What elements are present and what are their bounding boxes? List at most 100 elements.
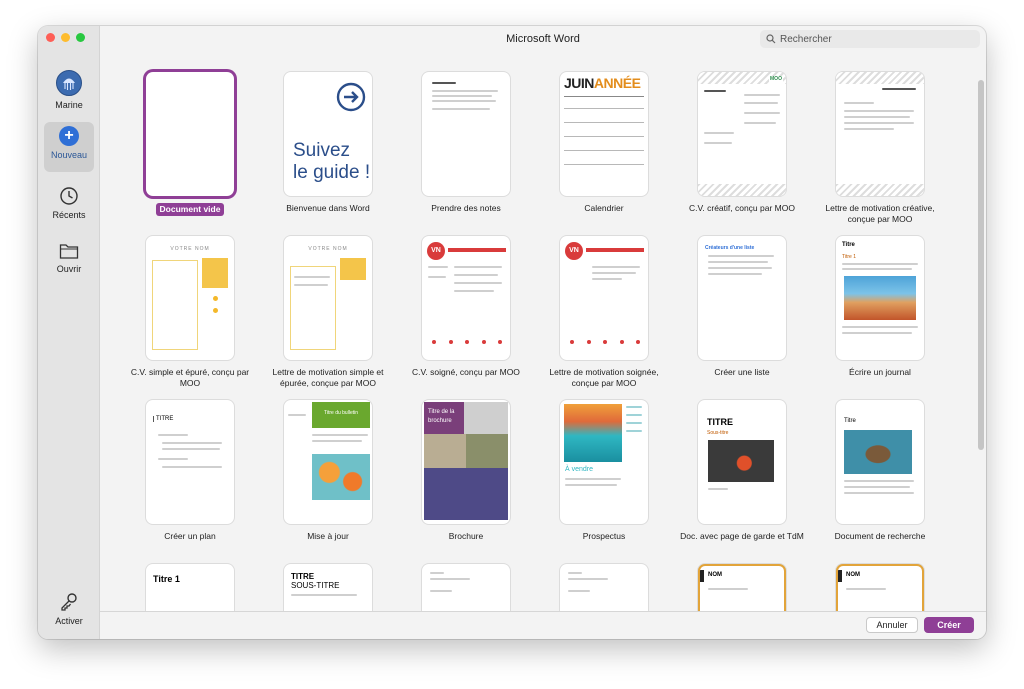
close-button[interactable] xyxy=(46,33,55,42)
template-newsletter[interactable]: Titre du bulletin Mise à jour xyxy=(263,400,393,542)
template-row4-name2[interactable]: NOM xyxy=(815,564,945,611)
template-row4-doc4[interactable] xyxy=(539,564,669,611)
jellyfish-icon xyxy=(63,78,75,90)
sidebar-item-new[interactable]: + Nouveau xyxy=(44,122,94,172)
template-thumbnail: Créateurs d'une liste xyxy=(698,236,786,360)
search-field[interactable]: Rechercher xyxy=(760,30,980,48)
template-polished-letter[interactable]: VN Lettre de motivation soignée, conçue … xyxy=(539,236,669,389)
template-label: Prospectus xyxy=(582,531,626,541)
template-row4-doc3[interactable] xyxy=(401,564,531,611)
sidebar-item-account[interactable]: Marine xyxy=(44,66,94,116)
template-thumbnail: JUINANNÉE xyxy=(560,72,648,196)
template-thumbnail: Suivez le guide ! xyxy=(284,72,372,196)
research-photo xyxy=(844,430,912,474)
sidebar: Marine + Nouveau Récents Ouvrir Activer xyxy=(38,26,100,639)
template-gallery: Document vide Suivez le guide ! Bienvenu… xyxy=(100,52,986,611)
zoom-button[interactable] xyxy=(76,33,85,42)
template-thumbnail xyxy=(836,72,924,196)
vn-badge: VN xyxy=(565,242,583,260)
template-creative-letter[interactable]: Lettre de motivation créative, conçue pa… xyxy=(815,72,945,225)
template-thumbnail: NOM xyxy=(698,564,786,611)
template-flyer[interactable]: À vendre Prospectus xyxy=(539,400,669,542)
template-simple-letter[interactable]: VOTRE NOM Lettre de motivation simple et… xyxy=(263,236,393,389)
sidebar-item-label: Récents xyxy=(52,210,86,220)
template-thumbnail: VOTRE NOM xyxy=(284,236,372,360)
row4-heading-title: Titre 1 xyxy=(153,574,180,584)
template-list[interactable]: Créateurs d'une liste Créer une liste xyxy=(677,236,807,378)
template-welcome[interactable]: Suivez le guide ! Bienvenue dans Word xyxy=(263,72,393,214)
template-thumbnail xyxy=(422,564,510,611)
template-calendar[interactable]: JUINANNÉE Calendrier xyxy=(539,72,669,214)
template-label: Lettre de motivation créative, conçue pa… xyxy=(825,203,935,224)
template-brochure[interactable]: Titre de la brochure Brochure xyxy=(401,400,531,542)
template-label: Créer un plan xyxy=(164,531,216,541)
template-label: Calendrier xyxy=(584,203,624,213)
template-polished-cv[interactable]: VN C.V. soigné, conçu par MOO xyxy=(401,236,531,378)
calendar-year: ANNÉE xyxy=(593,75,641,91)
gallery-scrollbar[interactable] xyxy=(978,80,984,450)
template-thumbnail: À vendre xyxy=(560,400,648,524)
row4-name-1: NOM xyxy=(708,572,722,578)
template-label: Prendre des notes xyxy=(431,203,501,213)
vn-badge: VN xyxy=(427,242,445,260)
template-row4-name1[interactable]: NOM xyxy=(677,564,807,611)
template-research-paper[interactable]: Titre Document de recherche xyxy=(815,400,945,542)
sidebar-item-label: Marine xyxy=(55,100,83,110)
create-button[interactable]: Créer xyxy=(924,617,974,633)
calendar-grid xyxy=(564,108,644,165)
flyer-photo xyxy=(564,404,622,462)
journal-subtitle: Titre 1 xyxy=(842,254,856,260)
sidebar-item-label: Ouvrir xyxy=(56,264,82,274)
template-label: Lettre de motivation simple et épurée, c… xyxy=(272,367,384,388)
cover-photo xyxy=(708,440,774,482)
letter-name: VOTRE NOM xyxy=(308,246,348,252)
newsletter-title: Titre du bulletin xyxy=(312,402,370,428)
template-thumbnail: MOO xyxy=(698,72,786,196)
flyer-title: À vendre xyxy=(565,466,594,473)
template-cover-toc[interactable]: TITRE Sous-titre Doc. avec page de garde… xyxy=(677,400,807,542)
welcome-line1: Suivez xyxy=(293,140,351,161)
template-outline[interactable]: TITRE Créer un plan xyxy=(125,400,255,542)
template-thumbnail: Titre xyxy=(836,400,924,524)
template-label: Bienvenue dans Word xyxy=(286,203,370,213)
key-icon xyxy=(61,593,77,611)
template-label: Créer une liste xyxy=(714,367,770,377)
template-thumbnail: Titre du bulletin xyxy=(284,400,372,524)
template-simple-cv[interactable]: VOTRE NOM C.V. simple et épuré, conçu pa… xyxy=(125,236,255,389)
word-gallery-window: Marine + Nouveau Récents Ouvrir Activer … xyxy=(38,26,986,639)
template-thumbnail: VN xyxy=(560,236,648,360)
template-label: C.V. simple et épuré, conçu par MOO xyxy=(130,367,250,388)
template-creative-cv[interactable]: MOO C.V. créatif, conçu par MOO xyxy=(677,72,807,214)
folder-icon xyxy=(59,244,79,259)
template-thumbnail xyxy=(422,72,510,196)
template-label: Doc. avec page de garde et TdM xyxy=(680,531,804,541)
template-row4-heading[interactable]: Titre 1 xyxy=(125,564,255,611)
sidebar-item-label: Nouveau xyxy=(50,150,88,160)
search-icon xyxy=(766,34,776,44)
welcome-line2: le guide ! xyxy=(293,162,371,183)
template-notes[interactable]: Prendre des notes xyxy=(401,72,531,214)
template-thumbnail: VOTRE NOM xyxy=(146,236,234,360)
minimize-button[interactable] xyxy=(61,33,70,42)
template-label: C.V. créatif, conçu par MOO xyxy=(689,203,795,213)
brochure-title: Titre de la brochure xyxy=(424,402,464,434)
outline-title: TITRE xyxy=(153,416,173,422)
footer-bar: Annuler Créer xyxy=(100,611,986,639)
list-title: Créateurs d'une liste xyxy=(705,245,755,251)
template-thumbnail: TITRE xyxy=(146,400,234,524)
sidebar-item-open[interactable]: Ouvrir xyxy=(44,238,94,288)
template-row4-title[interactable]: TITRE SOUS-TITRE xyxy=(263,564,393,611)
template-thumbnail: TITRE SOUS-TITRE xyxy=(284,564,372,611)
row4-subtitle: SOUS-TITRE xyxy=(291,581,340,590)
template-label: Écrire un journal xyxy=(849,367,911,377)
arrow-right-icon xyxy=(336,82,366,112)
cancel-button[interactable]: Annuler xyxy=(866,617,918,633)
template-thumbnail xyxy=(146,72,234,196)
template-thumbnail: Titre Titre 1 xyxy=(836,236,924,360)
sidebar-item-activate[interactable]: Activer xyxy=(44,588,94,638)
template-blank-document[interactable]: Document vide xyxy=(125,72,255,217)
template-journal[interactable]: Titre Titre 1 Écrire un journal xyxy=(815,236,945,378)
cover-title: TITRE xyxy=(707,417,733,427)
template-label: Lettre de motivation soignée, conçue par… xyxy=(549,367,659,388)
sidebar-item-recent[interactable]: Récents xyxy=(44,182,94,232)
